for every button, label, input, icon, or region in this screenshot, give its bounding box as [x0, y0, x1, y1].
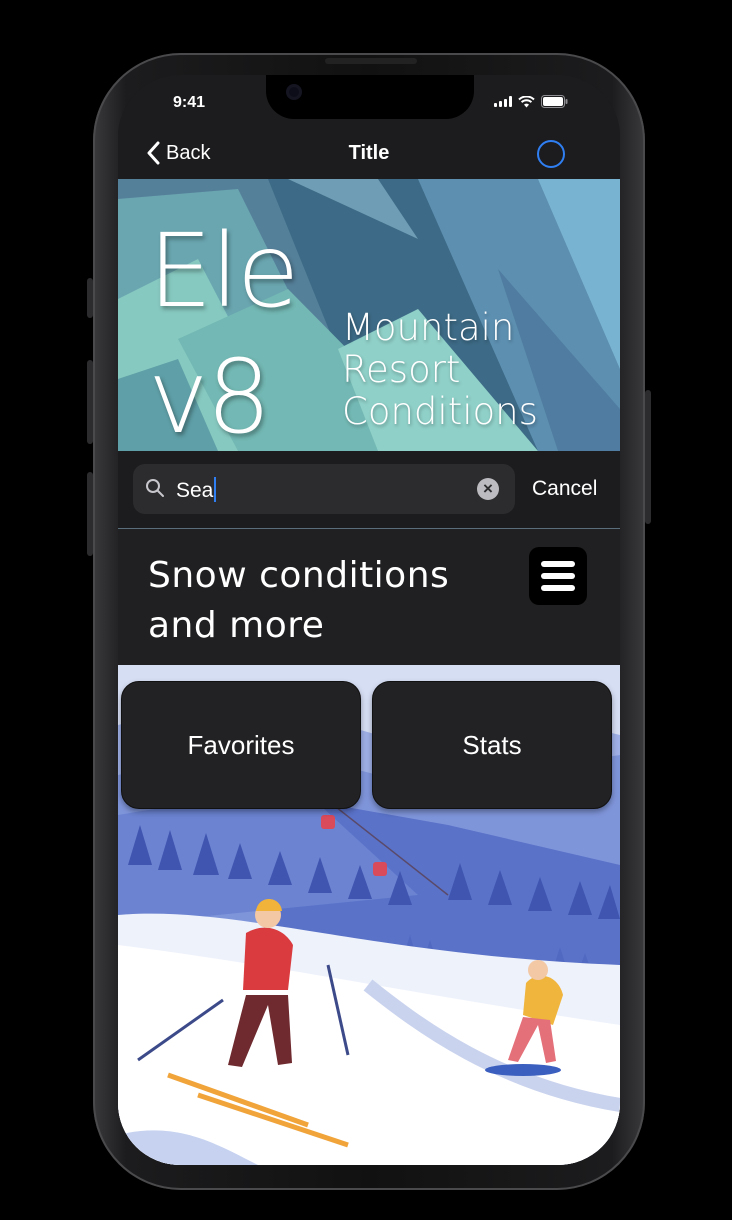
hero-subtitle-line: Resort	[342, 348, 461, 391]
camera-icon	[286, 84, 302, 100]
search-input-value: Sea	[176, 479, 214, 502]
power-button	[645, 390, 651, 524]
phone-screen: 9:41 Back Title Ele v8 Mountain Resort C…	[118, 75, 620, 1165]
status-icons	[494, 95, 568, 108]
volume-up-button	[87, 360, 93, 444]
search-section: Sea × Cancel	[118, 451, 620, 529]
notch	[266, 75, 474, 119]
hamburger-menu-button[interactable]	[529, 547, 587, 605]
navigation-bar: Back Title	[118, 130, 620, 180]
search-input[interactable]: Sea	[176, 477, 217, 503]
volume-down-button	[87, 472, 93, 556]
silent-switch	[87, 278, 93, 318]
ski-illustration: Favorites Stats	[118, 665, 620, 1165]
cellular-signal-icon	[494, 96, 512, 107]
wifi-icon	[518, 95, 535, 107]
menu-line-icon	[541, 561, 575, 567]
hero-subtitle-line: Conditions	[342, 390, 538, 433]
brand-logo-line-1: Ele	[148, 212, 300, 331]
hero-subtitle-line: Mountain	[342, 306, 515, 349]
section-title: Snow conditions and more	[148, 555, 450, 646]
menu-line-icon	[541, 573, 575, 579]
cancel-button[interactable]: Cancel	[532, 477, 597, 501]
text-caret	[214, 477, 217, 502]
brand-logo-line-2: v8	[148, 338, 271, 451]
status-time: 9:41	[173, 94, 206, 111]
speaker-grille	[325, 58, 417, 64]
hero-subtitle: Mountain Resort Conditions	[342, 307, 538, 433]
stats-tile[interactable]: Stats	[372, 681, 612, 809]
brand-logo: Ele v8	[148, 212, 300, 451]
section-header: Snow conditions and more	[118, 529, 620, 665]
nav-action-circle-button[interactable]	[537, 140, 565, 168]
menu-line-icon	[541, 585, 575, 591]
search-field[interactable]: Sea ×	[133, 464, 515, 514]
clear-search-icon[interactable]: ×	[477, 478, 499, 500]
battery-icon	[541, 95, 568, 108]
search-icon	[146, 479, 164, 497]
favorites-tile[interactable]: Favorites	[121, 681, 361, 809]
hero-banner: Ele v8 Mountain Resort Conditions	[118, 179, 620, 451]
